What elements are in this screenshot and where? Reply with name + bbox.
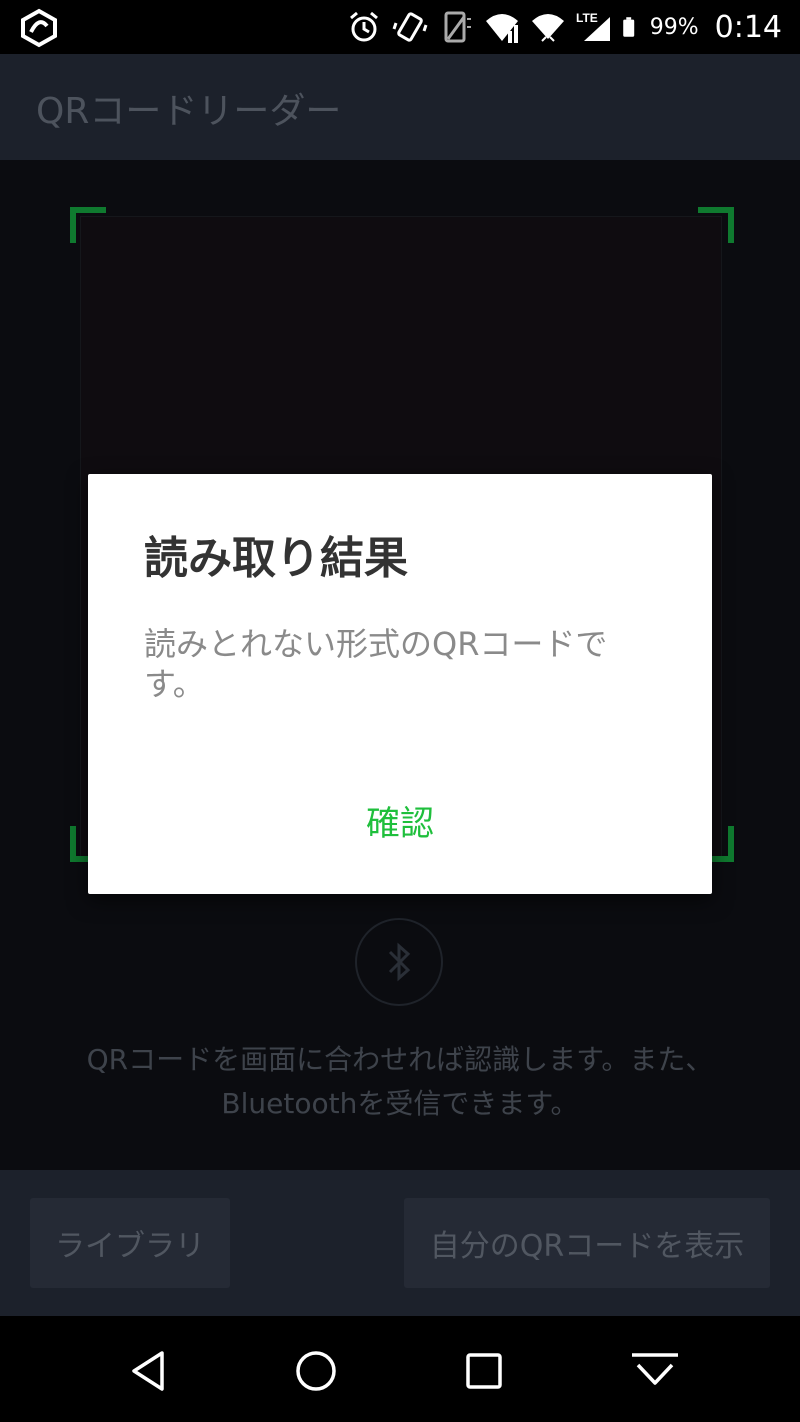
show-my-qr-button[interactable]: 自分のQRコードを表示 [404,1198,770,1288]
scan-corner-top-right [698,207,734,243]
wifi-icon [531,14,564,42]
app-notification-icon [21,8,57,48]
battery-percent: 99% [649,14,699,40]
scan-corner-top-left [70,207,106,243]
back-icon[interactable] [126,1349,170,1393]
dialog-message: 読みとれない形式のQRコードです。 [144,625,608,703]
bluetooth-icon [388,942,411,982]
page-title: QRコードリーダー [36,91,342,132]
bottom-bar: ライブラリ 自分のQRコードを表示 [0,1170,800,1316]
dialog-title: 読み取り結果 [144,533,408,584]
lte-signal-icon: LTE [576,11,610,41]
app-bar: QRコードリーダー [0,54,800,160]
alarm-icon [349,11,378,42]
status-bar: LTE 99% 0:14 [0,0,800,54]
svg-text:LTE: LTE [576,11,598,25]
home-icon[interactable] [294,1349,338,1393]
recents-icon[interactable] [462,1349,506,1393]
battery-icon [622,17,634,37]
no-sim-icon [444,11,471,43]
library-button[interactable]: ライブラリ [30,1198,230,1288]
read-result-dialog: 読み取り結果 読みとれない形式のQRコードです。 確認 [88,474,712,894]
scan-hint-text: QRコードを画面に合わせれば認識します。また、Bluetoothを受信できます。 [86,1043,714,1120]
confirm-button[interactable]: 確認 [328,792,472,848]
clock: 0:14 [714,9,782,45]
bluetooth-button[interactable] [355,918,443,1006]
hide-nav-icon[interactable] [630,1349,680,1393]
wifi-signal-icon [485,14,518,43]
vibrate-icon [392,12,428,42]
system-nav-bar [0,1316,800,1422]
